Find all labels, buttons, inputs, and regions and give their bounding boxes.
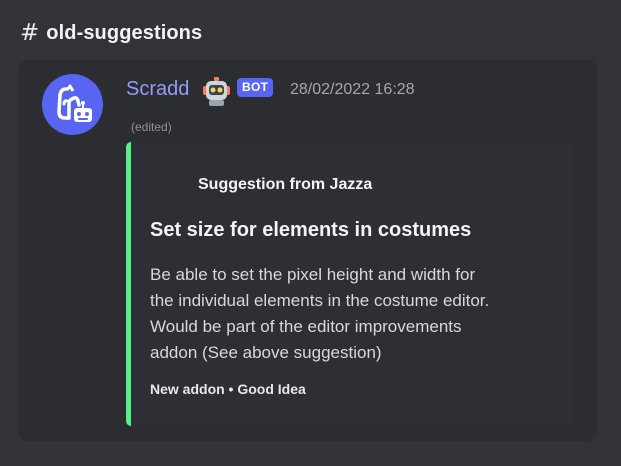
embed-description-line: Would be part of the editor improvements — [150, 317, 462, 336]
embed-author: Suggestion from Jazza — [198, 176, 373, 193]
username[interactable]: Scradd — [126, 78, 189, 101]
channel-name: old-suggestions — [46, 21, 203, 44]
embed-description-line: the individual elements in the costume e… — [150, 291, 490, 310]
chat-view: # old-suggestions Scradd BOT 28/02/2022 … — [0, 0, 621, 466]
suggestion-embed: Suggestion from Jazza Set size for eleme… — [126, 142, 573, 426]
robot-icon — [203, 77, 230, 106]
embed-description-line: Be able to set the pixel height and widt… — [150, 265, 476, 284]
hash-icon: # — [20, 19, 40, 46]
embed-description: Be able to set the pixel height and widt… — [150, 262, 560, 366]
embed-accent-bar — [126, 142, 131, 426]
timestamp[interactable]: 28/02/2022 16:28 — [290, 81, 415, 99]
embed-title: Set size for elements in costumes — [150, 219, 472, 241]
embed-description-line: addon (See above suggestion) — [150, 343, 382, 362]
bot-tag: BOT — [237, 78, 274, 97]
avatar[interactable] — [42, 74, 103, 135]
embed-footer: New addon • Good Idea — [150, 381, 306, 397]
scradd-avatar-icon — [57, 84, 92, 122]
channel-header[interactable]: # old-suggestions — [20, 18, 202, 48]
edited-label: (edited) — [131, 120, 172, 134]
message: Scradd BOT 28/02/2022 16:28 (edited) Sug… — [18, 60, 597, 441]
